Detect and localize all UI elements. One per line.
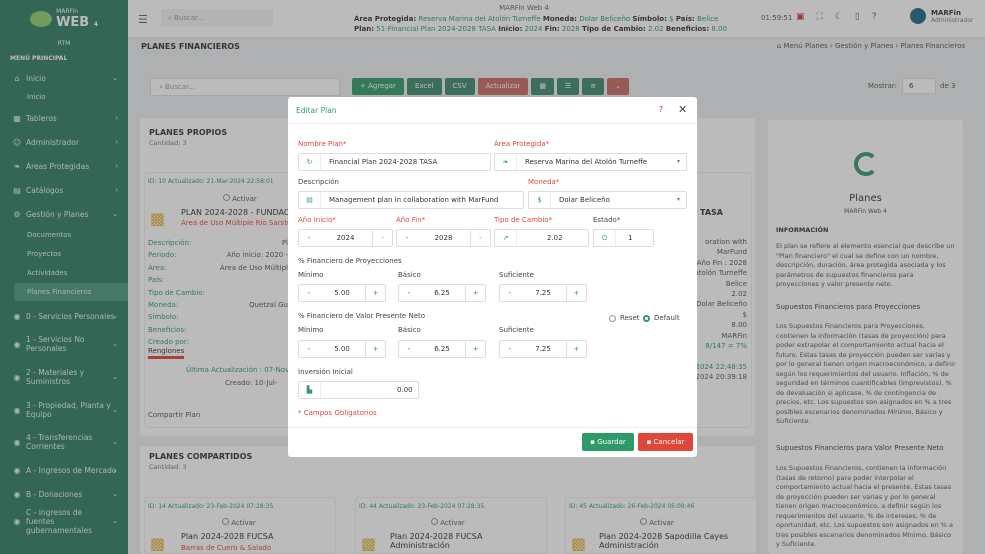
start-year-stepper[interactable]: -2024- [298,229,393,247]
projection-section-label: % Financiero de Proyecciones [298,257,402,265]
projection-min-stepper[interactable]: -5.00 + [298,284,386,302]
close-icon[interactable]: ✕ [678,103,687,116]
protected-area-select[interactable]: ❧ Reserva Marina del Atolón Turneffe ▾ [494,153,687,171]
cancel-icon: ▪ [646,438,654,446]
modal-header: Editar Plan ? ✕ [288,97,697,124]
minus-icon[interactable]: - [299,285,319,301]
minus-icon[interactable]: - [299,230,319,246]
description-label: Descripción [298,178,339,186]
plus-icon[interactable]: + [465,341,485,357]
description-input[interactable]: ▤ Management plan in collaboration with M… [298,191,524,209]
trend-up-icon: ↗ [495,230,517,246]
refresh-icon: ↻ [299,154,321,170]
default-radio[interactable]: Default [643,314,680,322]
initial-investment-label: Inversión Inicial [298,368,353,376]
plan-name-input[interactable]: ↻ Financial Plan 2024-2028 TASA [298,153,491,171]
dollar-icon: $ [529,192,551,208]
reset-radio[interactable]: Reset [609,314,640,322]
chart-icon: ▙ [299,382,321,398]
plus-icon[interactable]: + [365,341,385,357]
end-year-stepper[interactable]: -2028- [396,229,491,247]
chevron-down-icon: ▾ [676,158,680,165]
sufficient-label: Suficiente [499,326,534,334]
min-label: Mínimo [298,326,324,334]
start-year-label: Año Inicio* [298,216,336,224]
plus-icon[interactable]: + [365,285,385,301]
basic-label: Básico [398,326,421,334]
plus-icon[interactable]: - [372,230,392,246]
minus-icon[interactable]: - [299,341,319,357]
minus-icon[interactable]: - [399,285,419,301]
sufficient-label: Suficiente [499,271,534,279]
currency-select[interactable]: $ Dolar Beliceño ▾ [528,191,687,209]
initial-investment-input[interactable]: ▙ 0.00 [298,381,419,399]
protected-area-label: Área Protegida* [494,140,550,148]
power-icon: ⏻ [594,230,616,246]
modal-title: Editar Plan [296,106,337,115]
plus-icon[interactable]: - [470,230,490,246]
npv-section-label: % Financiero de Valor Presente Neto [298,312,426,320]
required-note: * Campos Obligatorios [298,409,377,417]
cancel-button[interactable]: ▪ Cancelar [638,433,693,451]
currency-label: Moneda* [528,178,560,186]
minus-icon[interactable]: - [397,230,417,246]
edit-plan-modal: Editar Plan ? ✕ Nombre Plan* ↻ Financial … [288,97,697,457]
status-input[interactable]: ⏻ 1 [593,229,654,247]
minus-icon[interactable]: - [500,341,520,357]
save-button[interactable]: ▪ Guardar [582,433,634,451]
book-icon: ▤ [299,192,321,208]
plus-icon[interactable]: + [566,285,586,301]
minus-icon[interactable]: - [500,285,520,301]
status-label: Estado* [593,216,621,224]
plus-icon[interactable]: + [465,285,485,301]
modal-footer-divider [288,427,697,428]
minus-icon[interactable]: - [399,341,419,357]
chevron-down-icon: ▾ [676,196,680,203]
plus-icon[interactable]: + [566,341,586,357]
npv-min-stepper[interactable]: -5.00 + [298,340,386,358]
end-year-label: Año Fin* [396,216,426,224]
projection-sufficient-stepper[interactable]: -7.25 + [499,284,587,302]
min-label: Mínimo [298,271,324,279]
npv-basic-stepper[interactable]: -6.25 + [398,340,486,358]
plan-name-label: Nombre Plan* [298,140,347,148]
projection-basic-stepper[interactable]: -6.25 + [398,284,486,302]
leaf-icon: ❧ [495,154,517,170]
exchange-rate-input[interactable]: ↗ 2.02 [494,229,589,247]
exchange-rate-label: Tipo de Cambio* [494,216,553,224]
help-button[interactable]: ? [653,102,669,118]
npv-sufficient-stepper[interactable]: -7.25 + [499,340,587,358]
basic-label: Básico [398,271,421,279]
